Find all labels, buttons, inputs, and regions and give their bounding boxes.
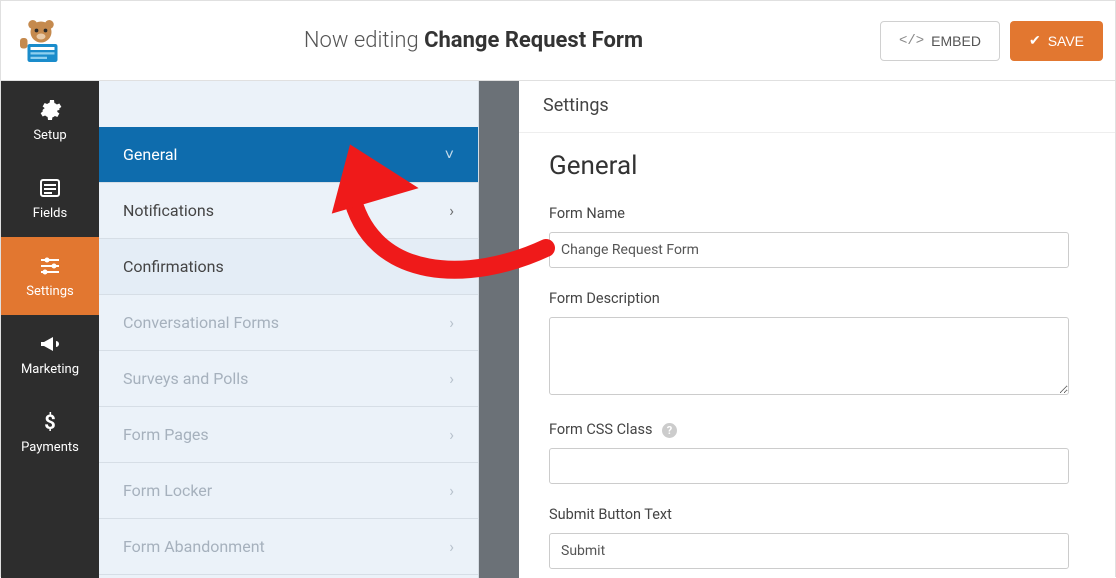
nav-payments[interactable]: $ Payments <box>1 393 99 471</box>
submenu-spacer <box>99 81 478 127</box>
leftnav: Setup Fields Settings Marketing $ Paymen… <box>1 81 99 578</box>
submenu-form-locker[interactable]: Form Locker › <box>99 463 478 519</box>
nav-fields[interactable]: Fields <box>1 159 99 237</box>
submenu-conversational-forms[interactable]: Conversational Forms › <box>99 295 478 351</box>
chevron-down-icon: ˅ <box>445 145 454 165</box>
form-name-title: Change Request Form <box>424 28 643 53</box>
submenu-label: Surveys and Polls <box>123 369 248 388</box>
submenu-form-abandonment[interactable]: Form Abandonment › <box>99 519 478 575</box>
body: Setup Fields Settings Marketing $ Paymen… <box>1 81 1115 578</box>
chevron-right-icon: › <box>449 369 454 388</box>
form-css-class-label: Form CSS Class ? <box>549 421 1085 438</box>
chevron-right-icon: › <box>449 481 454 500</box>
submit-text-input[interactable] <box>549 533 1069 569</box>
chevron-right-icon: › <box>449 257 454 276</box>
submenu-surveys-polls[interactable]: Surveys and Polls › <box>99 351 478 407</box>
content-body: General Form Name Form Description Form … <box>519 133 1115 578</box>
nav-label: Settings <box>26 284 73 299</box>
field-form-name: Form Name <box>549 205 1085 268</box>
dollar-icon: $ <box>38 410 62 434</box>
submenu-confirmations[interactable]: Confirmations › <box>99 239 478 295</box>
form-description-input[interactable] <box>549 317 1069 395</box>
submenu-general[interactable]: General ˅ <box>99 127 478 183</box>
submenu-label: Form Pages <box>123 425 209 444</box>
list-icon <box>38 176 62 200</box>
nav-label: Setup <box>33 128 66 143</box>
nav-label: Fields <box>33 206 67 221</box>
submenu-label: Form Locker <box>123 481 212 500</box>
help-icon[interactable]: ? <box>662 423 677 438</box>
submenu-notifications[interactable]: Notifications › <box>99 183 478 239</box>
save-button[interactable]: ✔ SAVE <box>1010 21 1103 61</box>
submenu-label: Conversational Forms <box>123 313 279 332</box>
nav-setup[interactable]: Setup <box>1 81 99 159</box>
field-form-description: Form Description <box>549 290 1085 399</box>
settings-submenu[interactable]: General ˅ Notifications › Confirmations … <box>99 81 479 578</box>
form-css-class-input[interactable] <box>549 448 1069 484</box>
form-name-label: Form Name <box>549 205 1085 222</box>
form-name-input[interactable] <box>549 232 1069 268</box>
editing-prefix: Now editing <box>304 28 419 53</box>
form-css-class-label-text: Form CSS Class <box>549 421 652 438</box>
sliders-icon <box>38 254 62 278</box>
chevron-right-icon: › <box>449 425 454 444</box>
nav-settings[interactable]: Settings <box>1 237 99 315</box>
submenu-label: General <box>123 145 177 164</box>
code-icon: </> <box>899 33 924 49</box>
save-label: SAVE <box>1048 33 1084 49</box>
nav-label: Payments <box>21 440 79 455</box>
submenu-label: Notifications <box>123 201 214 220</box>
nav-label: Marketing <box>21 362 79 377</box>
field-submit-text: Submit Button Text <box>549 506 1085 569</box>
submenu-label: Form Abandonment <box>123 537 265 556</box>
chevron-right-icon: › <box>449 313 454 332</box>
embed-label: EMBED <box>931 33 981 49</box>
submenu-label: Confirmations <box>123 257 224 276</box>
form-description-label: Form Description <box>549 290 1085 307</box>
submenu-form-pages[interactable]: Form Pages › <box>99 407 478 463</box>
field-form-css-class: Form CSS Class ? <box>549 421 1085 484</box>
chevron-right-icon: › <box>449 201 454 220</box>
section-title: General <box>549 151 1085 181</box>
gear-icon <box>38 98 62 122</box>
check-icon: ✔ <box>1029 32 1041 49</box>
panel-spacer <box>479 81 519 578</box>
app-logo <box>15 15 67 67</box>
bullhorn-icon <box>38 332 62 356</box>
nav-marketing[interactable]: Marketing <box>1 315 99 393</box>
svg-text:$: $ <box>44 410 55 434</box>
chevron-right-icon: › <box>449 537 454 556</box>
submit-text-label: Submit Button Text <box>549 506 1085 523</box>
content-panel: Settings General Form Name Form Descript… <box>519 81 1115 578</box>
content-breadcrumb: Settings <box>519 81 1115 133</box>
page-title: Now editing Change Request Form <box>67 28 880 53</box>
embed-button[interactable]: </> EMBED <box>880 21 1000 61</box>
app-header: Now editing Change Request Form </> EMBE… <box>1 1 1115 81</box>
